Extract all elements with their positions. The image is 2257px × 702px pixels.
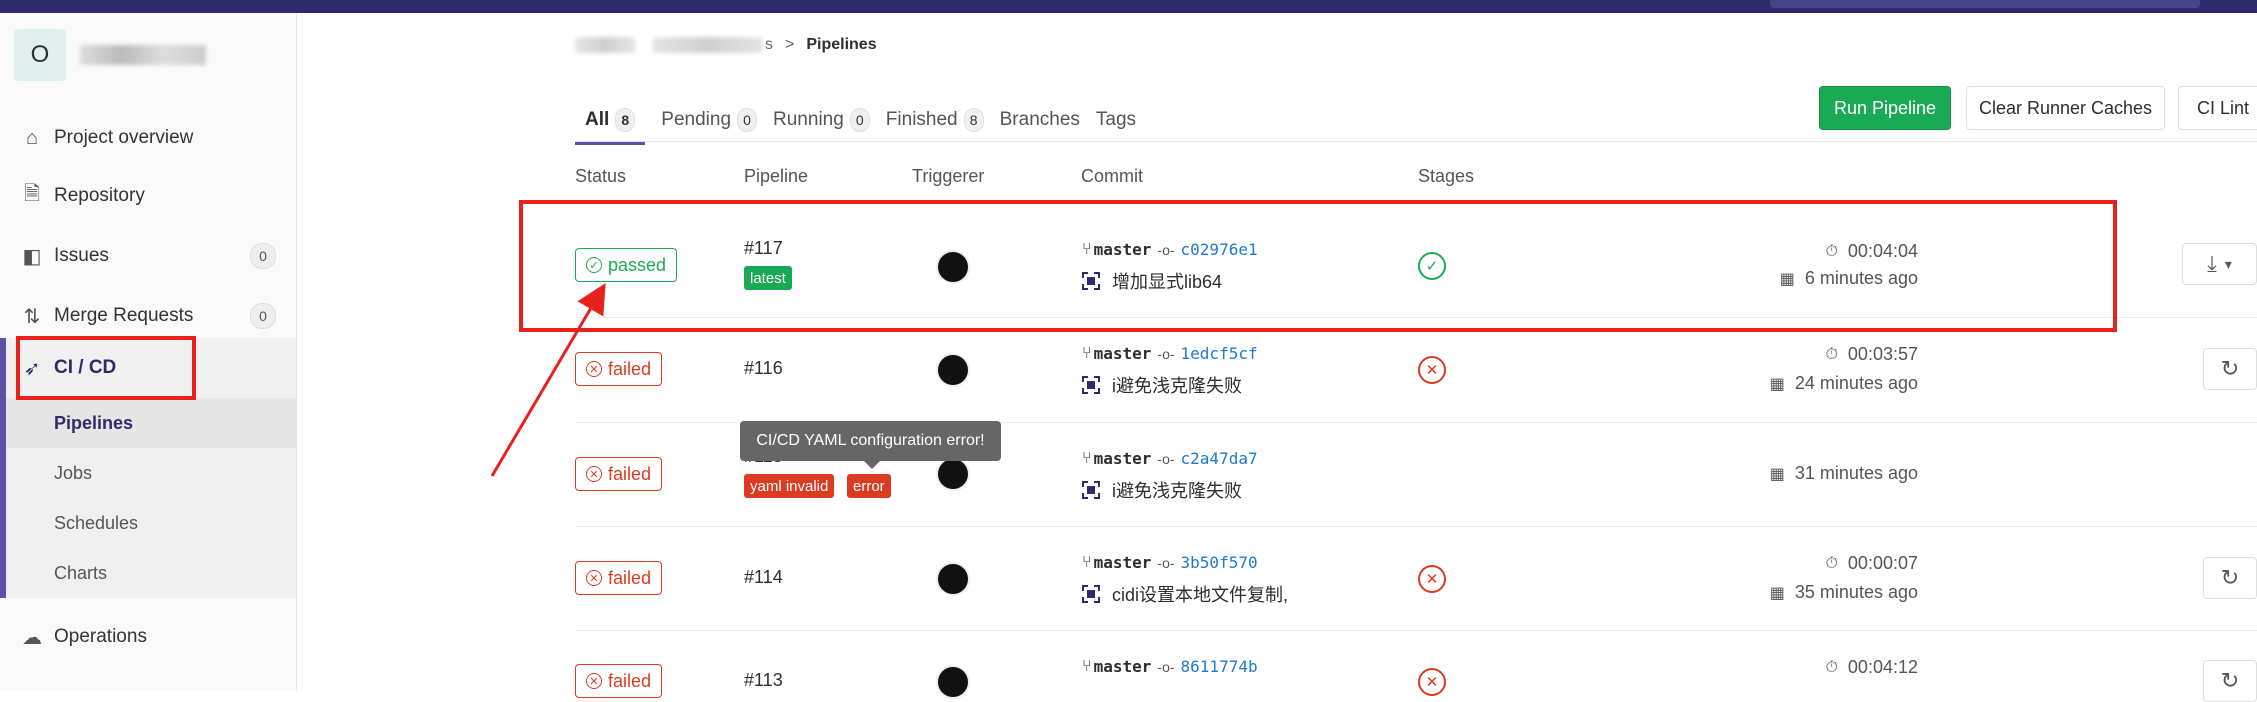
annotation-arrow xyxy=(490,283,606,477)
